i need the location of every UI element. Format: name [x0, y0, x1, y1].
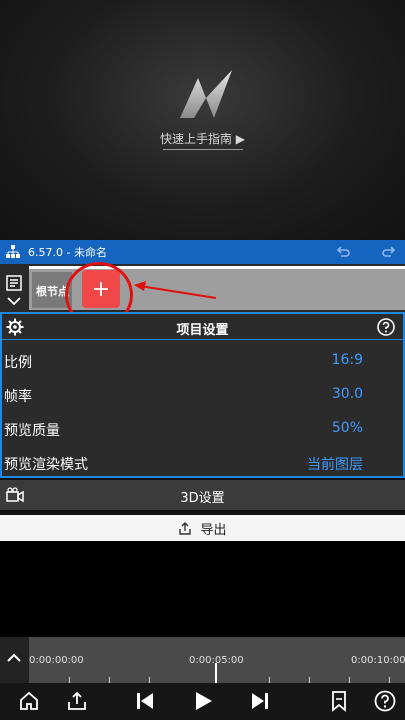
empty-area [0, 541, 405, 637]
panel-title: 项目设置 [176, 323, 229, 338]
3d-settings-button[interactable]: 3D设置 [0, 480, 405, 510]
share-icon [179, 522, 192, 535]
time-label: 0:00:00:00 [29, 655, 84, 666]
quick-start-guide-link[interactable]: 快速上手指南 ▶ [0, 130, 405, 147]
playhead[interactable] [215, 663, 217, 683]
row-value[interactable]: 16:9 [243, 352, 363, 368]
video-preview[interactable]: 快速上手指南 ▶ [0, 0, 405, 240]
row-frame-rate[interactable]: 帧率 30.0 [2, 376, 403, 410]
guide-underline [163, 149, 243, 150]
row-label: 比例 [4, 355, 32, 371]
timeline-ruler[interactable]: 0:00:00:00 0:00:05:00 0:00:10:00 [29, 637, 405, 683]
row-value[interactable]: 当前图层 [243, 454, 363, 474]
bottom-toolbar [0, 683, 405, 720]
undo-icon[interactable] [335, 244, 351, 260]
row-label: 帧率 [4, 389, 32, 405]
row-preview-render-mode[interactable]: 预览渲染模式 当前图层 [2, 444, 403, 478]
export-button[interactable]: 导出 [0, 515, 405, 541]
version-title: 6.57.0 - 未命名 [28, 246, 107, 259]
layer-list-icon[interactable] [6, 275, 22, 291]
help-icon[interactable] [374, 690, 396, 712]
row-preview-quality[interactable]: 预览质量 50% [2, 410, 403, 444]
share-icon[interactable] [66, 690, 88, 712]
home-icon[interactable] [18, 690, 40, 712]
skip-forward-icon[interactable] [249, 690, 271, 712]
redo-icon[interactable] [381, 244, 397, 260]
pointer-arrow [134, 281, 217, 299]
row-label: 预览渲染模式 [4, 457, 88, 473]
panel-header: 项目设置 [2, 314, 403, 340]
app-logo [180, 70, 232, 118]
project-settings-panel: 项目设置 比例 16:9 帧率 30.0 预览质量 50% 预览渲染模式 当前图… [0, 312, 405, 478]
skip-back-icon[interactable] [134, 690, 156, 712]
bookmark-icon[interactable] [328, 690, 350, 712]
hierarchy-icon[interactable] [6, 245, 20, 259]
row-value[interactable]: 50% [243, 420, 363, 436]
export-label: 导出 [200, 522, 227, 538]
chevron-up-icon[interactable] [5, 649, 23, 667]
chevron-down-icon[interactable] [6, 293, 22, 309]
row-label: 预览质量 [4, 423, 60, 439]
top-bar: 6.57.0 - 未命名 [0, 240, 405, 264]
3d-settings-label: 3D设置 [180, 491, 225, 506]
timeline[interactable]: 0:00:00:00 0:00:05:00 0:00:10:00 [0, 637, 405, 683]
row-value[interactable]: 30.0 [243, 386, 363, 402]
help-icon[interactable] [377, 318, 395, 336]
play-icon[interactable] [192, 690, 214, 712]
row-aspect-ratio[interactable]: 比例 16:9 [2, 342, 403, 376]
time-label: 0:00:10:00 [351, 655, 405, 666]
